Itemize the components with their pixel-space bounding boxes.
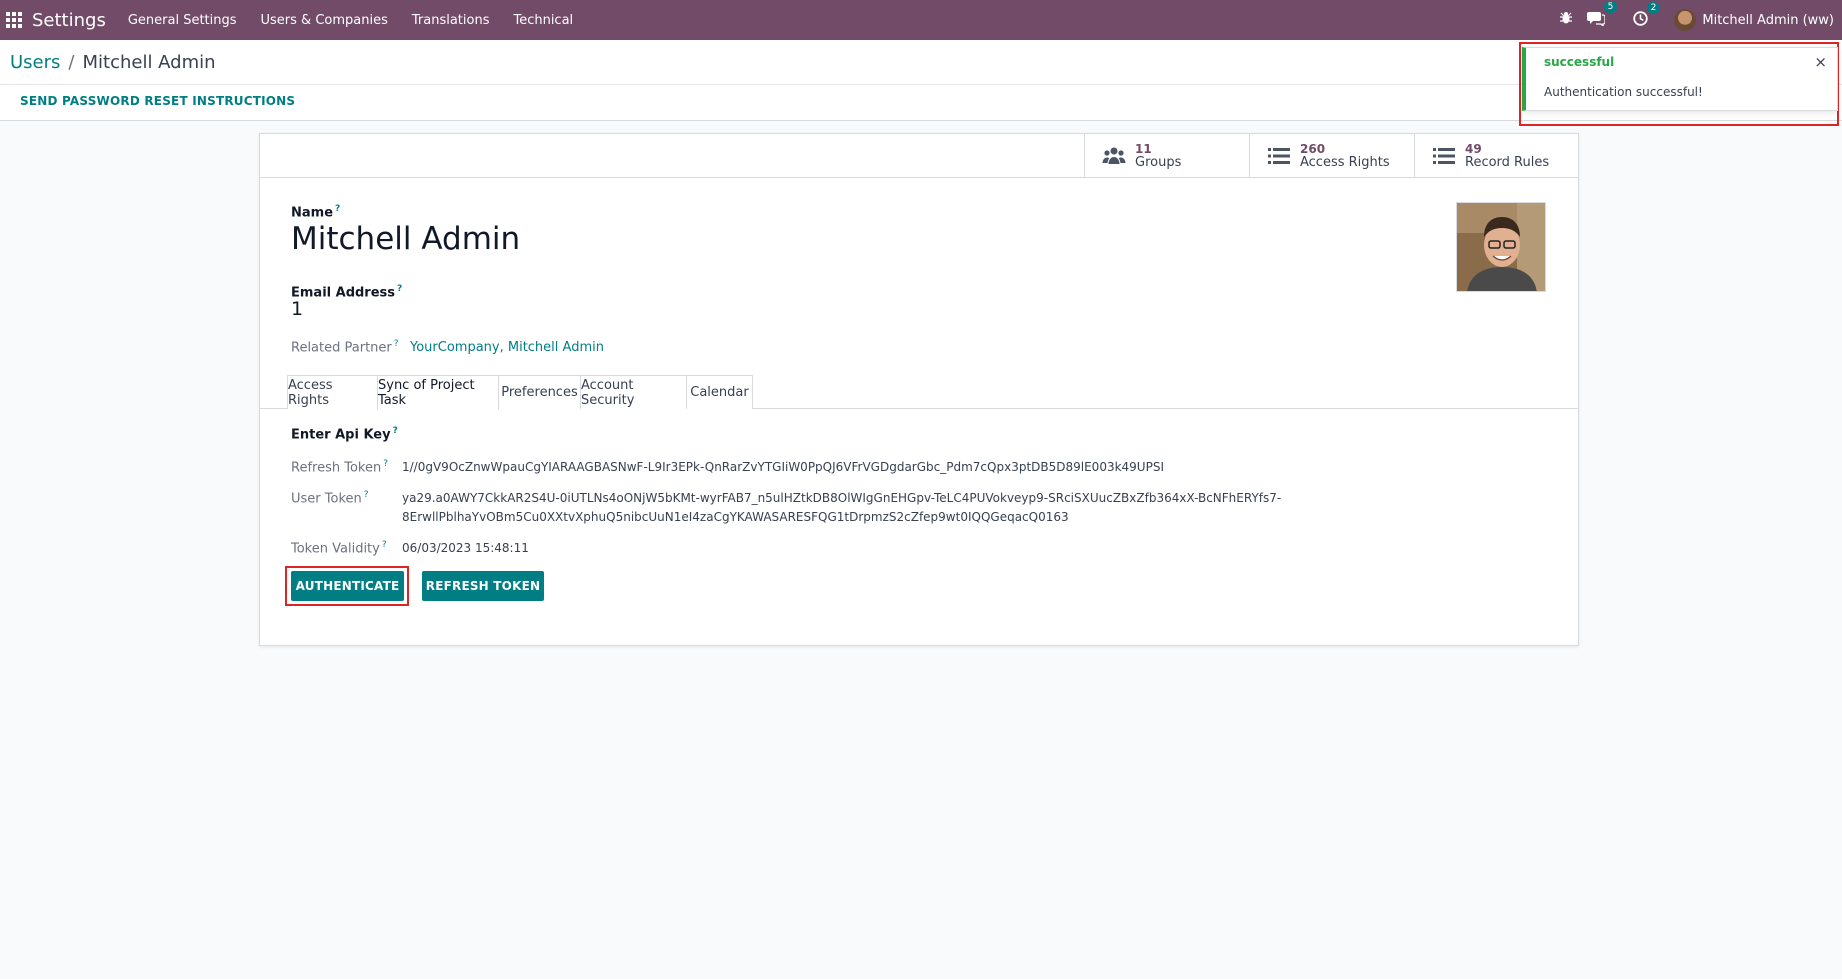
debug-bug-icon[interactable]	[1559, 11, 1573, 29]
breadcrumb-separator: /	[68, 52, 75, 73]
email-label: Email Address?	[291, 284, 403, 301]
user-avatar-photo[interactable]	[1456, 202, 1546, 292]
related-partner-link[interactable]: YourCompany, Mitchell Admin	[410, 340, 604, 355]
groups-stat-button[interactable]: 11 Groups	[1084, 134, 1249, 178]
user-avatar	[1674, 9, 1697, 31]
access-rights-count: 260	[1300, 142, 1326, 156]
notification-title: successful	[1544, 55, 1615, 69]
messages-icon[interactable]: 5	[1587, 1, 1618, 30]
list-icon	[1262, 134, 1296, 178]
tab-account-security[interactable]: Account Security	[580, 375, 687, 409]
tab-access-rights[interactable]: Access Rights	[287, 375, 378, 409]
help-tooltip-icon[interactable]: ?	[364, 490, 369, 500]
activities-count-badge: 2	[1646, 1, 1661, 14]
notification-message: Authentication successful!	[1544, 85, 1703, 99]
user-token-label: User Token?	[291, 490, 369, 507]
refresh-token-field[interactable]: 1//0gV9OcZnwWpauCgYIARAAGBASNwF-L9Ir3EPk…	[402, 458, 1164, 477]
groups-count: 11	[1135, 142, 1152, 156]
token-validity-field[interactable]: 06/03/2023 15:48:11	[402, 539, 529, 558]
close-icon[interactable]: ×	[1814, 53, 1827, 71]
notebook-tabs: Access Rights Sync of Project Task Prefe…	[260, 375, 1578, 410]
form-sheet: 11 Groups 260 Access Rights 49 Record Ru…	[259, 133, 1579, 646]
record-rules-count: 49	[1465, 142, 1482, 156]
help-tooltip-icon[interactable]: ?	[382, 540, 387, 550]
menu-translations[interactable]: Translations	[412, 13, 490, 28]
name-label: Name?	[291, 204, 341, 221]
user-menu[interactable]: Mitchell Admin (ww)	[1674, 9, 1834, 31]
breadcrumb-users-link[interactable]: Users	[10, 52, 60, 73]
tab-sync-project-task[interactable]: Sync of Project Task	[377, 375, 499, 410]
tab-calendar[interactable]: Calendar	[686, 375, 753, 409]
refresh-token-label: Refresh Token?	[291, 459, 388, 476]
refresh-token-button[interactable]: REFRESH TOKEN	[422, 571, 544, 601]
user-token-field-line2[interactable]: 8ErwllPblhaYvOBm5Cu0XXtvXphuQ5nibcUuN1eI…	[402, 508, 1069, 527]
app-name[interactable]: Settings	[32, 10, 106, 31]
api-key-section-title: Enter Api Key?	[291, 426, 398, 443]
navbar-systray: 5 2 Mitchell Admin (ww)	[1559, 0, 1834, 40]
user-name: Mitchell Admin (ww)	[1702, 12, 1834, 28]
record-rules-label: Record Rules	[1465, 155, 1550, 170]
help-tooltip-icon[interactable]: ?	[393, 426, 398, 436]
smart-button-box: 11 Groups 260 Access Rights 49 Record Ru…	[260, 134, 1578, 178]
apps-menu-icon[interactable]	[6, 12, 22, 28]
menu-technical[interactable]: Technical	[513, 13, 573, 28]
authenticate-button[interactable]: AUTHENTICATE	[291, 571, 404, 601]
help-tooltip-icon[interactable]: ?	[383, 459, 388, 469]
groups-icon	[1097, 134, 1131, 178]
menu-general-settings[interactable]: General Settings	[128, 13, 237, 28]
user-token-field-line1[interactable]: ya29.a0AWY7CkkAR2S4U-0iUTLNs4oONjW5bKMt-…	[402, 489, 1281, 508]
menu-users-companies[interactable]: Users & Companies	[261, 13, 388, 28]
access-rights-label: Access Rights	[1300, 155, 1390, 170]
token-validity-label: Token Validity?	[291, 540, 387, 557]
help-tooltip-icon[interactable]: ?	[394, 339, 399, 349]
email-field[interactable]: 1	[291, 298, 303, 320]
top-navbar: Settings General Settings Users & Compan…	[0, 0, 1842, 40]
messages-count-badge: 5	[1603, 1, 1618, 13]
activities-clock-icon[interactable]: 2	[1633, 1, 1661, 30]
help-tooltip-icon[interactable]: ?	[335, 204, 340, 214]
list-icon	[1427, 134, 1461, 178]
user-name-field[interactable]: Mitchell Admin	[291, 221, 520, 257]
groups-label: Groups	[1135, 155, 1182, 170]
record-rules-stat-button[interactable]: 49 Record Rules	[1414, 134, 1579, 178]
tab-preferences[interactable]: Preferences	[498, 375, 581, 409]
related-partner-label: Related Partner?	[291, 339, 399, 356]
send-password-reset-button[interactable]: SEND PASSWORD RESET INSTRUCTIONS	[20, 94, 295, 108]
help-tooltip-icon[interactable]: ?	[397, 284, 402, 294]
success-notification: successful × Authentication successful!	[1522, 47, 1838, 111]
breadcrumb-current: Mitchell Admin	[82, 52, 216, 73]
access-rights-stat-button[interactable]: 260 Access Rights	[1249, 134, 1414, 178]
breadcrumb: Users / Mitchell Admin	[10, 52, 216, 73]
